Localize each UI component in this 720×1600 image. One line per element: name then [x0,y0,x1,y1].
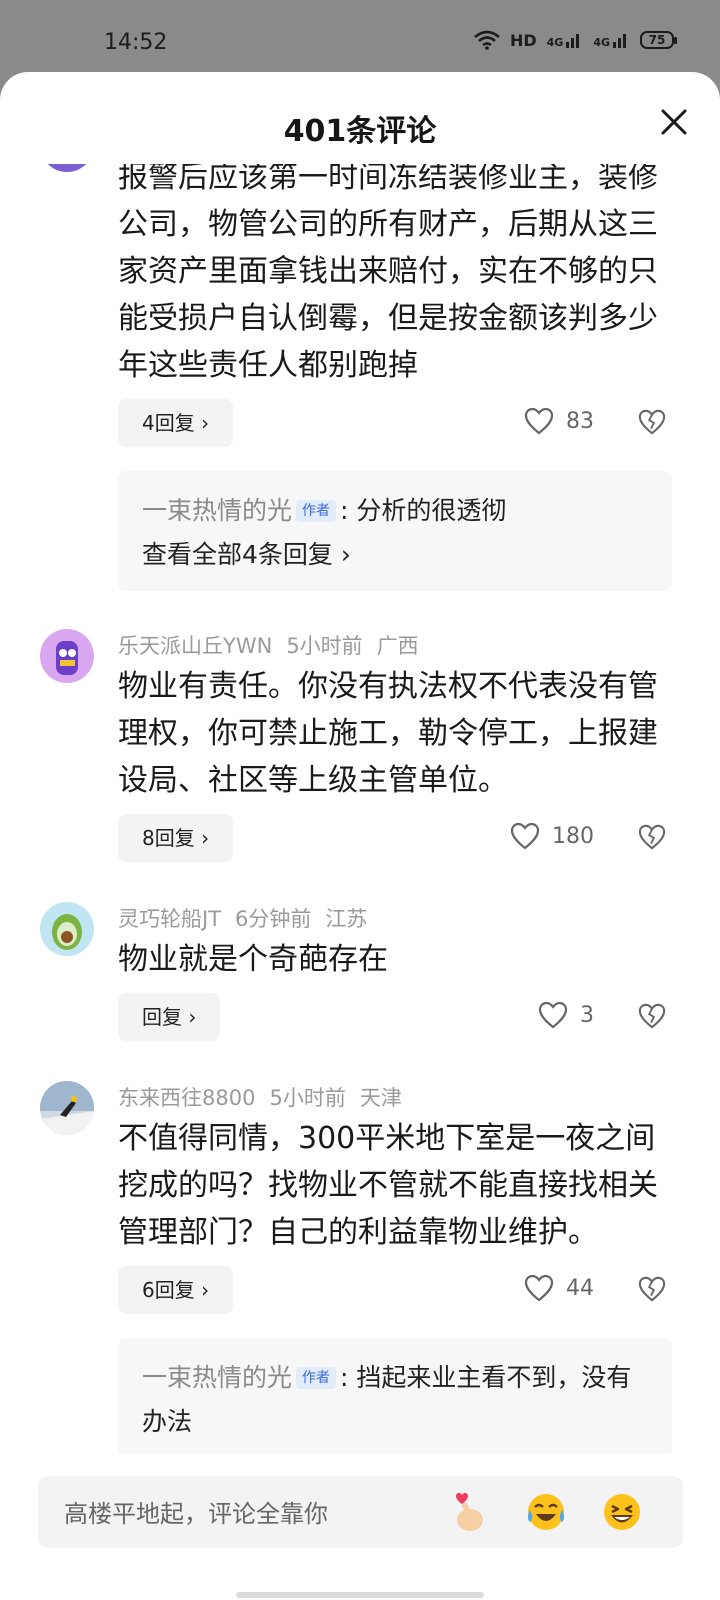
view-all-replies-link[interactable]: 查看全部4条回复 › [142,533,648,577]
comment-location: 江苏 [325,907,368,931]
signal-label-2: 4G [593,36,610,49]
comment-item: 报警后应该第一时间冻结装修业主，装修公司，物管公司的所有财产，后期从这三家资产里… [0,164,720,591]
like-count: 180 [552,823,594,849]
broken-heart-icon[interactable] [638,1002,666,1030]
avatar[interactable] [40,902,94,956]
finger-heart-emoji-icon[interactable] [446,1490,490,1534]
avatar-image [52,914,82,950]
comment-user[interactable]: 灵巧轮船JT [118,907,221,931]
comment-actions: 6回复 › 44 [118,1266,672,1314]
comment-time: 6分钟前 [235,907,312,931]
sheet-header: 401条评论 [0,72,720,176]
like-button[interactable]: 83 [524,407,594,435]
signal-label: 4G [546,36,564,49]
status-icons: HD 4G 4G 75 [474,30,677,50]
heart-icon [524,407,554,435]
comment-meta: 灵巧轮船JT 6分钟前 江苏 [118,902,672,936]
avatar[interactable] [40,629,94,683]
heart-icon [510,822,540,850]
signal-icon: 4G [547,31,584,49]
like-count: 83 [566,408,594,434]
sub-reply: 一束热情的光 作者: 分析的很透彻 [142,489,648,533]
comment-meta: 乐天派山丘YWN 5小时前 广西 [118,629,672,663]
status-time: 14:52 [104,30,168,55]
like-button[interactable]: 44 [524,1274,594,1302]
comment-user[interactable]: 东来西往8800 [118,1086,255,1110]
comment-text: 不值得同情，300平米地下室是一夜之间挖成的吗？找物业不管就不能直接找相关管理部… [118,1121,658,1250]
sub-reply-user[interactable]: 一束热情的光 [142,496,292,525]
comment-list[interactable]: 报警后应该第一时间冻结装修业主，装修公司，物管公司的所有财产，后期从这三家资产里… [0,164,720,1454]
home-indicator [236,1592,484,1598]
comment-sheet: 401条评论 报警后应该第一时间冻结装修业主，装修公司，物管公司的所有财产，后期… [0,72,720,1600]
comment-time: 5小时前 [269,1086,346,1110]
comment-meta: 东来西往8800 5小时前 天津 [118,1081,672,1115]
comment-time: 5小时前 [286,634,363,658]
heart-icon [538,1001,568,1029]
comment-item: 乐天派山丘YWN 5小时前 广西 物业有责任。你没有执法权不代表没有管理权，你可禁止… [0,629,720,862]
sub-reply-user[interactable]: 一束热情的光 [142,1363,292,1392]
comment-actions: 回复 › 3 [118,993,672,1041]
comment-text: 物业有责任。你没有执法权不代表没有管理权，你可禁止施工，勒令停工，上报建设局、社… [118,669,658,798]
avatar[interactable] [40,164,94,172]
grin-emoji-icon[interactable] [600,1490,644,1534]
comment-item: 灵巧轮船JT 6分钟前 江苏 物业就是个奇葩存在 回复 › 3 [0,902,720,1041]
status-bar: 14:52 HD 4G 4G 75 [0,0,720,72]
avatar-image [56,641,78,675]
wifi-icon [474,30,500,50]
broken-heart-icon[interactable] [638,1275,666,1303]
like-button[interactable]: 180 [510,822,594,850]
broken-heart-icon[interactable] [638,408,666,436]
author-badge: 作者 [296,500,337,522]
comment-user[interactable]: 乐天派山丘YWN [118,634,272,658]
battery-icon: 75 [640,31,677,49]
comment-location: 天津 [359,1086,402,1110]
laugh-cry-emoji-icon[interactable] [524,1490,568,1534]
like-count: 44 [566,1275,594,1301]
heart-icon [524,1274,554,1302]
comment-text: 物业就是个奇葩存在 [118,942,388,977]
reply-button[interactable]: 6回复 › [118,1266,234,1314]
sub-replies-box[interactable]: 一束热情的光 作者: 分析的很透彻 查看全部4条回复 › [118,471,672,591]
comment-actions: 4回复 › 83 [118,399,672,447]
hd-label: HD [509,30,537,50]
like-button[interactable]: 3 [538,1001,594,1029]
broken-heart-icon[interactable] [638,823,666,851]
signal-icon-2: 4G [593,31,630,49]
avatar-image [40,1081,94,1135]
comment-count-title: 401条评论 [283,114,437,149]
comment-input-bar[interactable]: 高楼平地起，评论全靠你 [38,1476,683,1548]
sub-reply: 一束热情的光 作者: 挡起来业主看不到，没有办法 [142,1356,648,1444]
close-icon[interactable] [658,106,690,138]
comment-text: 报警后应该第一时间冻结装修业主，装修公司，物管公司的所有财产，后期从这三家资产里… [118,164,658,383]
reply-button[interactable]: 4回复 › [118,399,234,447]
like-count: 3 [580,1002,594,1028]
sub-reply-text: : 分析的很透彻 [340,496,507,525]
avatar[interactable] [40,1081,94,1135]
reply-button[interactable]: 8回复 › [118,814,234,862]
comment-input-placeholder[interactable]: 高楼平地起，评论全靠你 [64,1494,328,1529]
author-badge: 作者 [296,1367,337,1389]
comment-actions: 8回复 › 180 [118,814,672,862]
comment-item: 东来西往8800 5小时前 天津 不值得同情，300平米地下室是一夜之间挖成的吗？找… [0,1081,720,1454]
comment-location: 广西 [376,634,419,658]
reply-button[interactable]: 回复 › [118,993,221,1041]
sub-replies-box[interactable]: 一束热情的光 作者: 挡起来业主看不到，没有办法 [118,1338,672,1454]
